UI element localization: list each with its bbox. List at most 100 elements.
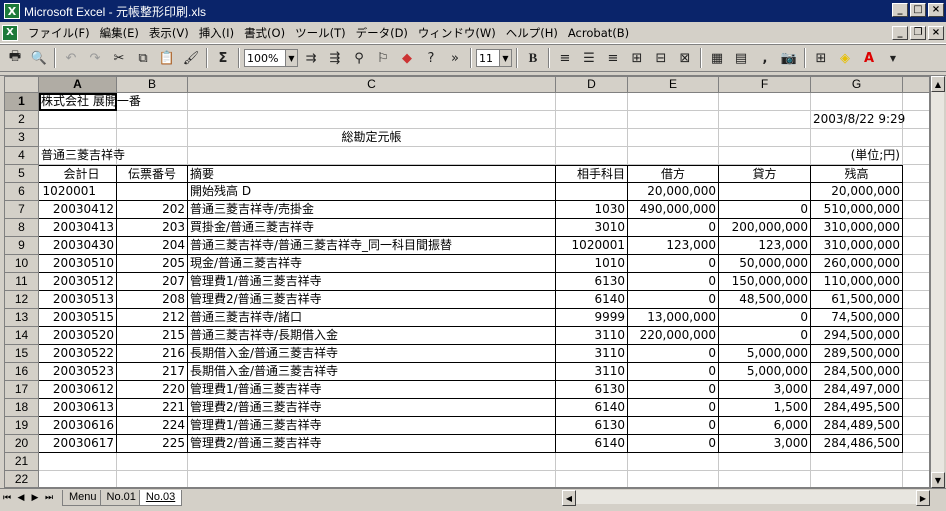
cell[interactable]: 6140: [556, 435, 628, 453]
cell[interactable]: 長期借入金/普通三菱吉祥寺: [188, 363, 556, 381]
maximize-button[interactable]: □: [910, 3, 926, 17]
cell[interactable]: 普通三菱吉祥寺/普通三菱吉祥寺_同一科目間振替: [188, 237, 556, 255]
cell[interactable]: 123,000: [628, 237, 719, 255]
cell[interactable]: 74,500,000: [811, 309, 903, 327]
cell[interactable]: 総勘定元帳: [188, 129, 556, 147]
cell[interactable]: 48,500,000: [719, 291, 811, 309]
cell[interactable]: 2003/8/22 9:29: [811, 111, 905, 129]
first-sheet-icon[interactable]: ⏮: [0, 491, 14, 505]
row-header[interactable]: 20: [5, 435, 39, 453]
cell[interactable]: [903, 417, 929, 435]
cell[interactable]: [903, 327, 929, 345]
cell[interactable]: [628, 453, 719, 471]
cell[interactable]: 284,486,500: [811, 435, 903, 453]
cell[interactable]: 13,000,000: [628, 309, 719, 327]
cell[interactable]: 20030522: [39, 345, 117, 363]
cell[interactable]: 510,000,000: [811, 201, 903, 219]
column-header-h[interactable]: [903, 77, 929, 93]
cell[interactable]: [903, 255, 929, 273]
row-header[interactable]: 9: [5, 237, 39, 255]
cell[interactable]: [903, 291, 929, 309]
worksheet-grid[interactable]: A B C D E F G 1 株式会社 展開一番 2 2003/8/22 9:29 3…: [4, 76, 930, 488]
cell[interactable]: [903, 309, 929, 327]
group-icon[interactable]: ⊟: [650, 47, 672, 69]
cell[interactable]: 20030515: [39, 309, 117, 327]
cell[interactable]: [117, 129, 188, 147]
sheet-tab-no03[interactable]: No.03: [138, 489, 183, 506]
workbook-icon[interactable]: X: [2, 24, 18, 41]
menu-acrobat[interactable]: Acrobat(B): [564, 26, 635, 40]
cell[interactable]: [188, 147, 556, 165]
row-header[interactable]: 18: [5, 399, 39, 417]
paste-icon[interactable]: 📋: [156, 47, 178, 69]
cell[interactable]: [719, 93, 811, 111]
cell[interactable]: 会計日: [39, 165, 117, 183]
close-button[interactable]: ×: [928, 3, 944, 17]
row-header[interactable]: 5: [5, 165, 39, 183]
cell[interactable]: 0: [628, 291, 719, 309]
row-header[interactable]: 12: [5, 291, 39, 309]
remove-arrows-icon[interactable]: ⚐: [372, 47, 394, 69]
cell[interactable]: 216: [117, 345, 188, 363]
ungroup-icon[interactable]: ⊠: [674, 47, 696, 69]
doc-close-button[interactable]: ×: [928, 26, 944, 40]
cell[interactable]: 284,497,000: [811, 381, 903, 399]
next-sheet-icon[interactable]: ▶: [28, 491, 42, 505]
cell[interactable]: 9999: [556, 309, 628, 327]
cell[interactable]: [719, 111, 811, 129]
row-header[interactable]: 11: [5, 273, 39, 291]
cell[interactable]: 20,000,000: [811, 183, 903, 201]
menu-file[interactable]: ファイル(F): [24, 25, 96, 41]
border-grid-icon[interactable]: ⊞: [810, 47, 832, 69]
camera-icon[interactable]: 📷: [778, 47, 800, 69]
cell[interactable]: 50,000,000: [719, 255, 811, 273]
precedents-icon[interactable]: ⇉: [300, 47, 322, 69]
row-header[interactable]: 15: [5, 345, 39, 363]
print-icon[interactable]: 🖶: [4, 47, 26, 69]
cell[interactable]: 6140: [556, 291, 628, 309]
cell[interactable]: [117, 111, 188, 129]
cell[interactable]: [903, 201, 929, 219]
cell[interactable]: 普通三菱吉祥寺/諸口: [188, 309, 556, 327]
cell[interactable]: 217: [117, 363, 188, 381]
cell[interactable]: 150,000,000: [719, 273, 811, 291]
cell[interactable]: [903, 363, 929, 381]
cell[interactable]: 1020001: [556, 237, 628, 255]
cell[interactable]: 0: [628, 345, 719, 363]
column-header-a[interactable]: A: [39, 77, 117, 93]
cell[interactable]: 220,000,000: [628, 327, 719, 345]
cell[interactable]: [556, 93, 628, 111]
cell[interactable]: 208: [117, 291, 188, 309]
cell[interactable]: 1020001: [39, 183, 117, 201]
cell[interactable]: 20030523: [39, 363, 117, 381]
cell[interactable]: 289,500,000: [811, 345, 903, 363]
cell[interactable]: [628, 111, 719, 129]
scroll-right-icon[interactable]: ▶: [916, 490, 930, 506]
cell[interactable]: 212: [117, 309, 188, 327]
row-header[interactable]: 7: [5, 201, 39, 219]
cell[interactable]: [903, 435, 929, 453]
row-header[interactable]: 3: [5, 129, 39, 147]
cell[interactable]: 20030513: [39, 291, 117, 309]
cell[interactable]: 伝票番号: [117, 165, 188, 183]
cell[interactable]: [903, 381, 929, 399]
cell[interactable]: 3010: [556, 219, 628, 237]
scroll-left-icon[interactable]: ◀: [562, 490, 576, 506]
column-header-e[interactable]: E: [628, 77, 719, 93]
cell[interactable]: [117, 147, 188, 165]
cell[interactable]: 普通三菱吉祥寺: [39, 147, 125, 165]
cell[interactable]: [903, 453, 929, 471]
cell[interactable]: 3110: [556, 345, 628, 363]
cut-icon[interactable]: ✂: [108, 47, 130, 69]
row-header[interactable]: 16: [5, 363, 39, 381]
cell[interactable]: [628, 471, 719, 487]
select-all-corner[interactable]: [5, 77, 39, 93]
cell[interactable]: 204: [117, 237, 188, 255]
menu-view[interactable]: 表示(V): [145, 25, 195, 41]
autosum-icon[interactable]: Σ: [212, 47, 234, 69]
dependents-icon[interactable]: ⇶: [324, 47, 346, 69]
column-header-g[interactable]: G: [811, 77, 903, 93]
menu-insert[interactable]: 挿入(I): [195, 25, 240, 41]
cell[interactable]: [811, 93, 903, 111]
cell[interactable]: [903, 165, 929, 183]
